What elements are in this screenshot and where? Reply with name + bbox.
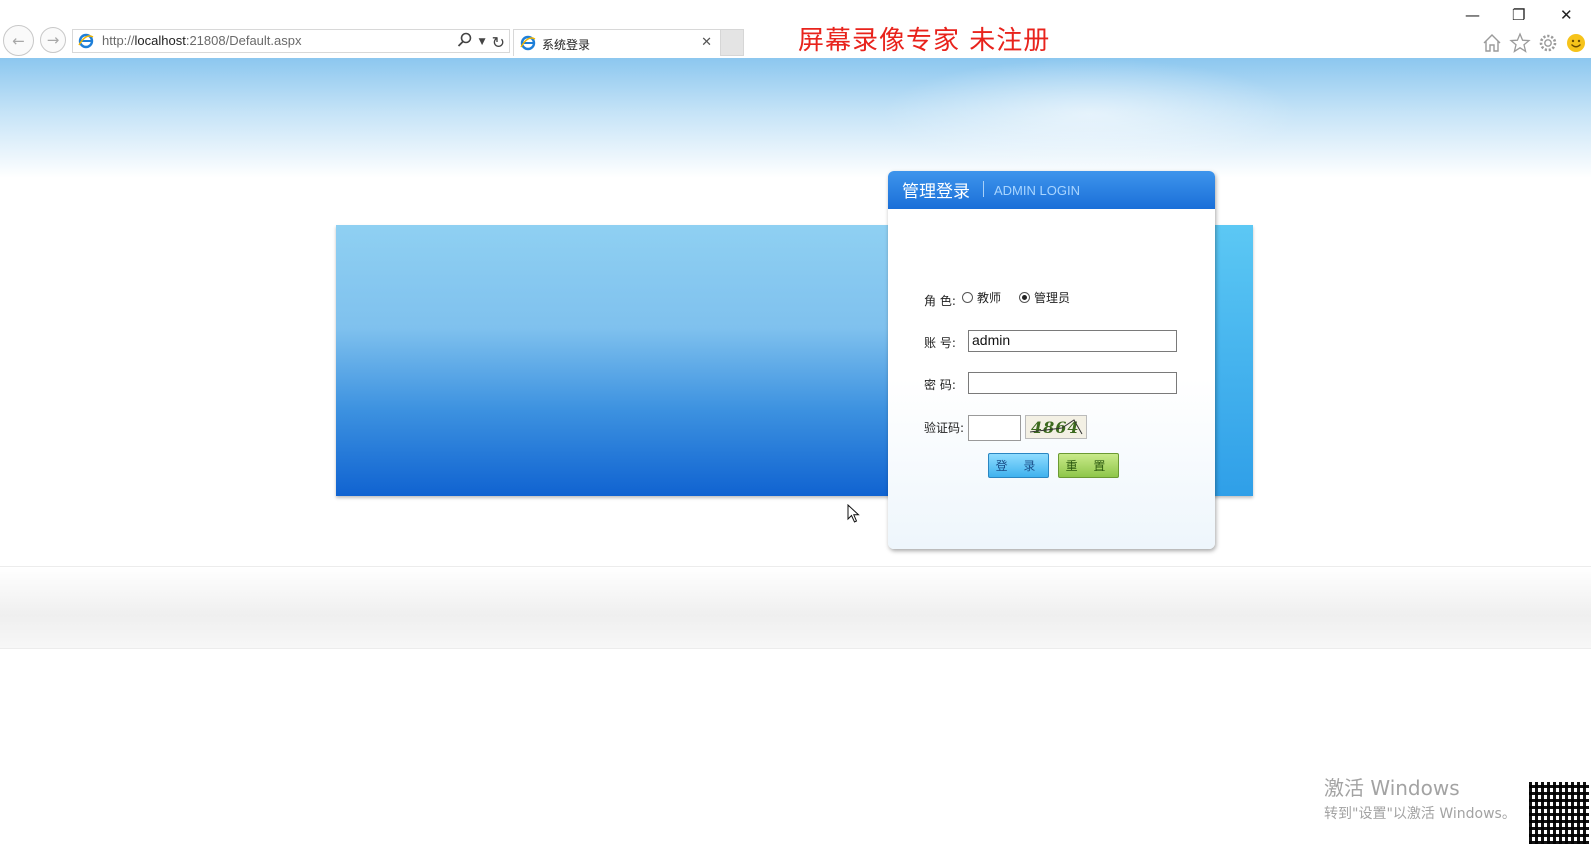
login-panel: 管理登录 ADMIN LOGIN 角 色: 教师 管理员 账 号: admin … bbox=[888, 171, 1215, 549]
captcha-label: 验证码: bbox=[924, 421, 965, 435]
favorites-star-icon[interactable] bbox=[1509, 32, 1531, 58]
role-teacher-label[interactable]: 教师 bbox=[977, 289, 1001, 306]
role-label: 角 色: bbox=[924, 294, 956, 308]
close-window-icon[interactable]: ✕ bbox=[1560, 6, 1573, 24]
ie-logo-icon bbox=[78, 33, 94, 53]
arrow-right-icon: → bbox=[46, 31, 60, 49]
mouse-cursor-icon bbox=[847, 503, 861, 528]
password-input[interactable] bbox=[968, 372, 1177, 394]
refresh-icon[interactable]: ↻ bbox=[492, 33, 505, 52]
footer-band bbox=[0, 566, 1591, 649]
forward-button[interactable]: → bbox=[40, 27, 66, 53]
password-label: 密 码: bbox=[924, 378, 956, 392]
role-teacher-radio[interactable] bbox=[962, 292, 973, 303]
close-tab-icon[interactable]: ✕ bbox=[701, 35, 712, 50]
browser-tab[interactable]: 系统登录 ✕ bbox=[513, 29, 721, 56]
windows-activation-watermark: 激活 Windows 转到"设置"以激活 Windows。 bbox=[1324, 772, 1516, 823]
address-bar[interactable]: http://localhost:21808/Default.aspx ▼ ↻ bbox=[72, 29, 510, 53]
login-panel-header: 管理登录 ADMIN LOGIN bbox=[888, 171, 1215, 209]
search-icon[interactable] bbox=[457, 32, 473, 52]
activation-title: 激活 Windows bbox=[1324, 776, 1460, 800]
browser-chrome: ← → http://localhost:21808/Default.aspx … bbox=[0, 0, 1591, 58]
recorder-watermark: 屏幕录像专家 未注册 bbox=[798, 26, 1051, 56]
arrow-left-icon: ← bbox=[12, 31, 25, 50]
login-title-en: ADMIN LOGIN bbox=[994, 183, 1080, 198]
role-admin-radio[interactable] bbox=[1019, 292, 1031, 303]
title-divider bbox=[983, 181, 984, 197]
captcha-input[interactable] bbox=[968, 415, 1021, 441]
account-label: 账 号: bbox=[924, 336, 956, 350]
qr-code bbox=[1529, 782, 1589, 844]
captcha-image[interactable]: 4864 bbox=[1025, 415, 1087, 439]
sky-background bbox=[0, 58, 1591, 178]
account-input[interactable]: admin bbox=[968, 330, 1177, 352]
minimize-icon[interactable]: — bbox=[1465, 6, 1480, 24]
dropdown-arrow-icon[interactable]: ▼ bbox=[479, 37, 486, 47]
banner-edge bbox=[1213, 225, 1253, 496]
login-title-cn: 管理登录 bbox=[902, 182, 970, 202]
tab-title: 系统登录 bbox=[542, 38, 591, 52]
login-button[interactable]: 登 录 bbox=[988, 453, 1049, 478]
home-icon[interactable] bbox=[1481, 32, 1503, 58]
role-admin-label[interactable]: 管理员 bbox=[1034, 289, 1070, 306]
reset-button[interactable]: 重 置 bbox=[1058, 453, 1119, 478]
url-text: http://localhost:21808/Default.aspx bbox=[102, 33, 302, 48]
role-radio-group: 教师 管理员 bbox=[962, 289, 1070, 306]
new-tab-button[interactable] bbox=[720, 29, 744, 56]
world-map-decoration bbox=[880, 58, 1300, 170]
smiley-feedback-icon[interactable] bbox=[1565, 32, 1587, 58]
ie-logo-icon bbox=[520, 35, 536, 55]
activation-subtitle: 转到"设置"以激活 Windows。 bbox=[1324, 806, 1516, 822]
back-button[interactable]: ← bbox=[3, 25, 34, 56]
restore-icon[interactable]: ❐ bbox=[1512, 6, 1525, 24]
gear-icon[interactable] bbox=[1537, 32, 1559, 58]
